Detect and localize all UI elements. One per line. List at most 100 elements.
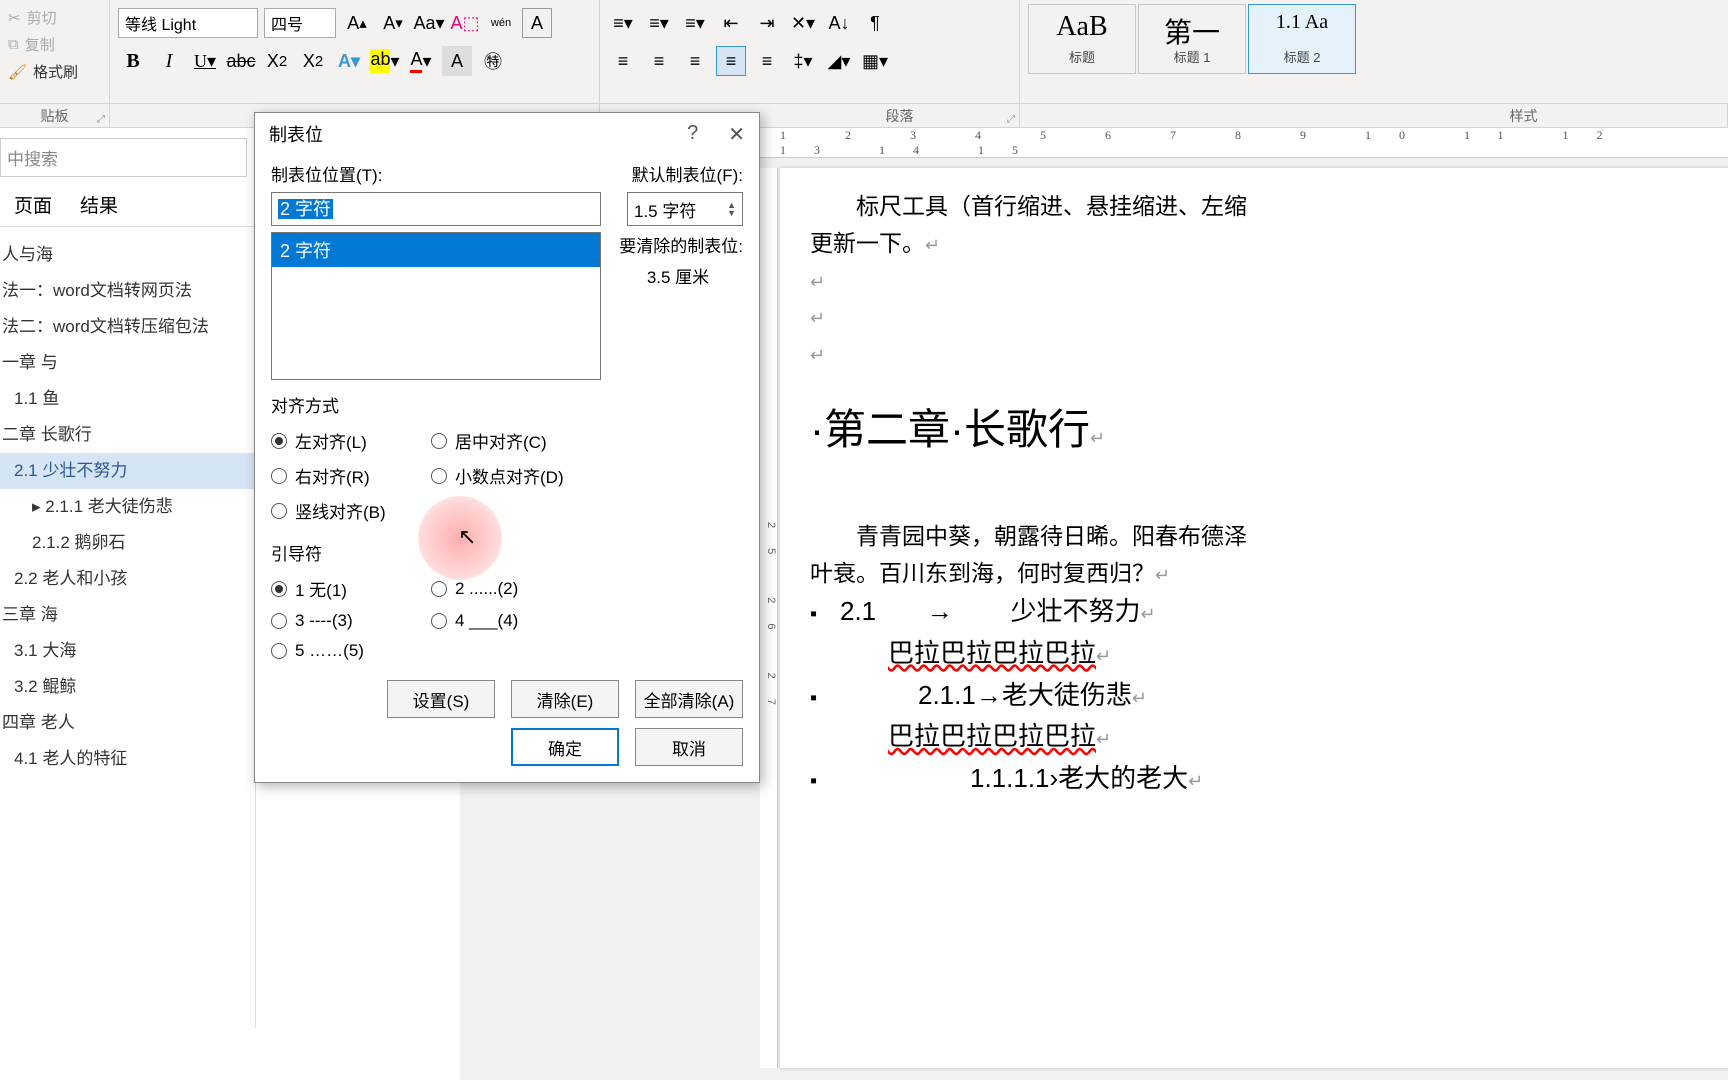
chapter-heading: ·第二章·长歌行↵ [810, 396, 1728, 457]
nav-item[interactable]: 3.1 大海 [0, 633, 255, 669]
list-item[interactable]: 2 字符 [272, 233, 600, 267]
doc-text: 青青园中葵，朝露待日晞。阳春布德泽 [856, 523, 1247, 549]
char-border-button[interactable]: A [522, 8, 552, 38]
navigation-pane: 中搜索 页面 结果 人与海 法一：word文档转网页法 法二：word文档转压缩… [0, 128, 256, 1028]
vertical-ruler[interactable]: 25 26 27 [760, 168, 778, 1068]
char-shading-button[interactable]: A [442, 46, 472, 76]
align-center-button[interactable]: ≡ [644, 46, 674, 76]
radio-leader-5[interactable]: 5 ……(5) [271, 636, 431, 666]
radio-align-decimal[interactable]: 小数点对齐(D) [431, 458, 591, 493]
sort-button[interactable]: A↓ [824, 8, 854, 38]
align-right-button[interactable]: ≡ [680, 46, 710, 76]
radio-icon [271, 468, 287, 484]
font-size-combo[interactable]: 四号 [264, 8, 336, 38]
tab-pages[interactable]: 页面 [14, 191, 52, 218]
bold-button[interactable]: B [118, 46, 148, 76]
numbering-button[interactable]: ≡▾ [644, 8, 674, 38]
nav-search-input[interactable]: 中搜索 [0, 138, 247, 177]
radio-leader-2[interactable]: 2 ......(2) [431, 571, 591, 606]
radio-icon [271, 581, 287, 597]
line-spacing-button[interactable]: ‡▾ [788, 46, 818, 76]
tab-results[interactable]: 结果 [80, 191, 118, 218]
help-icon[interactable]: ? [687, 122, 698, 147]
bullets-button[interactable]: ≡▾ [608, 8, 638, 38]
superscript-button[interactable]: X2 [298, 46, 328, 76]
nav-item[interactable]: 2.2 老人和小孩 [0, 561, 255, 597]
nav-item-selected[interactable]: 2.1 少壮不努力 [0, 453, 255, 489]
enclose-char-button[interactable]: ㊕ [478, 46, 508, 76]
style-heading[interactable]: AaB 标题 [1028, 4, 1136, 74]
tab-position-input[interactable]: 2 字符 [271, 192, 601, 226]
radio-align-right[interactable]: 右对齐(R) [271, 458, 431, 493]
dialog-titlebar[interactable]: 制表位 ? ✕ [255, 113, 759, 155]
align-left-button[interactable]: ≡ [608, 46, 638, 76]
nav-item[interactable]: 人与海 [0, 237, 255, 273]
nav-item[interactable]: 2.1.2 鹅卵石 [0, 525, 255, 561]
clear-tabs-value: 3.5 厘米 [613, 263, 743, 288]
nav-item[interactable]: ▸ 2.1.1 老大徒伤悲 [0, 489, 255, 525]
justify-button[interactable]: ≡ [716, 46, 746, 76]
dialog-launcher-icon[interactable]: ⤢ [1007, 114, 1015, 125]
brush-icon: 🖌 [8, 63, 27, 81]
borders-button[interactable]: ▦▾ [860, 46, 890, 76]
shading-button[interactable]: ◢▾ [824, 46, 854, 76]
radio-icon [271, 643, 287, 659]
cut-button[interactable]: ✂ 剪切 [4, 4, 105, 31]
cancel-button[interactable]: 取消 [635, 728, 743, 766]
nav-item[interactable]: 法一：word文档转网页法 [0, 273, 255, 309]
phonetic-button[interactable]: wén [486, 8, 516, 38]
nav-item[interactable]: 三章 海 [0, 597, 255, 633]
radio-align-bar[interactable]: 竖线对齐(B) [271, 493, 431, 528]
nav-item[interactable]: 二章 长歌行 [0, 417, 255, 453]
radio-leader-3[interactable]: 3 ----(3) [271, 606, 431, 636]
tabs-dialog: 制表位 ? ✕ 制表位位置(T): 默认制表位(F): 2 字符 1.5 字符 … [254, 112, 760, 783]
format-painter-button[interactable]: 🖌 格式刷 [4, 58, 105, 85]
underline-button[interactable]: U▾ [190, 46, 220, 76]
nav-item[interactable]: 一章 与 [0, 345, 255, 381]
chevron-down-icon[interactable]: ▼ [727, 209, 736, 217]
set-button[interactable]: 设置(S) [387, 680, 495, 718]
radio-align-left[interactable]: 左对齐(L) [271, 423, 431, 458]
highlight-button[interactable]: ab▾ [370, 46, 400, 76]
nav-item[interactable]: 法二：word文档转压缩包法 [0, 309, 255, 345]
show-marks-button[interactable]: ¶ [860, 8, 890, 38]
increase-indent-button[interactable]: ⇥ [752, 8, 782, 38]
style-heading2[interactable]: 1.1 Aa 标题 2 [1248, 4, 1356, 74]
default-tab-spinner[interactable]: 1.5 字符 ▲▼ [627, 192, 743, 226]
nav-item[interactable]: 3.2 鲲鲸 [0, 669, 255, 705]
font-group: 等线 Light 四号 A▴ A▾ Aa▾ A⬚ wén A B I U▾ ab… [110, 0, 600, 103]
clear-format-button[interactable]: A⬚ [450, 8, 480, 38]
font-name-combo[interactable]: 等线 Light [118, 8, 258, 38]
document-page[interactable]: 标尺工具（首行缩进、悬挂缩进、左缩 更新一下。↵ ↵ ↵ ↵ ·第二章·长歌行↵… [780, 168, 1728, 1068]
clear-all-button[interactable]: 全部清除(A) [635, 680, 743, 718]
clear-tabs-label: 要清除的制表位: [613, 232, 743, 257]
tab-position-list[interactable]: 2 字符 [271, 232, 601, 380]
multilevel-button[interactable]: ≡▾ [680, 8, 710, 38]
close-icon[interactable]: ✕ [728, 122, 745, 147]
radio-align-center[interactable]: 居中对齐(C) [431, 423, 591, 458]
nav-item[interactable]: 四章 老人 [0, 705, 255, 741]
list-item: ▪ 1.1.1.1›老大的老大↵ [810, 758, 1728, 800]
subscript-button[interactable]: X2 [262, 46, 292, 76]
text-effects-button[interactable]: A▾ [334, 46, 364, 76]
grow-font-button[interactable]: A▴ [342, 8, 372, 38]
distributed-button[interactable]: ≡ [752, 46, 782, 76]
strike-button[interactable]: abc [226, 46, 256, 76]
decrease-indent-button[interactable]: ⇤ [716, 8, 746, 38]
shrink-font-button[interactable]: A▾ [378, 8, 408, 38]
nav-item[interactable]: 4.1 老人的特征 [0, 741, 255, 777]
ok-button[interactable]: 确定 [511, 728, 619, 766]
copy-button[interactable]: ⧉ 复制 [4, 31, 105, 58]
clear-button[interactable]: 清除(E) [511, 680, 619, 718]
dialog-launcher-icon[interactable]: ⤢ [97, 114, 105, 125]
italic-button[interactable]: I [154, 46, 184, 76]
change-case-button[interactable]: Aa▾ [414, 8, 444, 38]
font-color-button[interactable]: A▾ [406, 46, 436, 76]
asian-layout-button[interactable]: ✕▾ [788, 8, 818, 38]
tab-position-label: 制表位位置(T): [271, 161, 382, 186]
nav-item[interactable]: 1.1 鱼 [0, 381, 255, 417]
radio-icon [271, 613, 287, 629]
radio-leader-4[interactable]: 4 ___(4) [431, 606, 591, 636]
style-heading1[interactable]: 第一 标题 1 [1138, 4, 1246, 74]
radio-leader-1[interactable]: 1 无(1) [271, 571, 431, 606]
